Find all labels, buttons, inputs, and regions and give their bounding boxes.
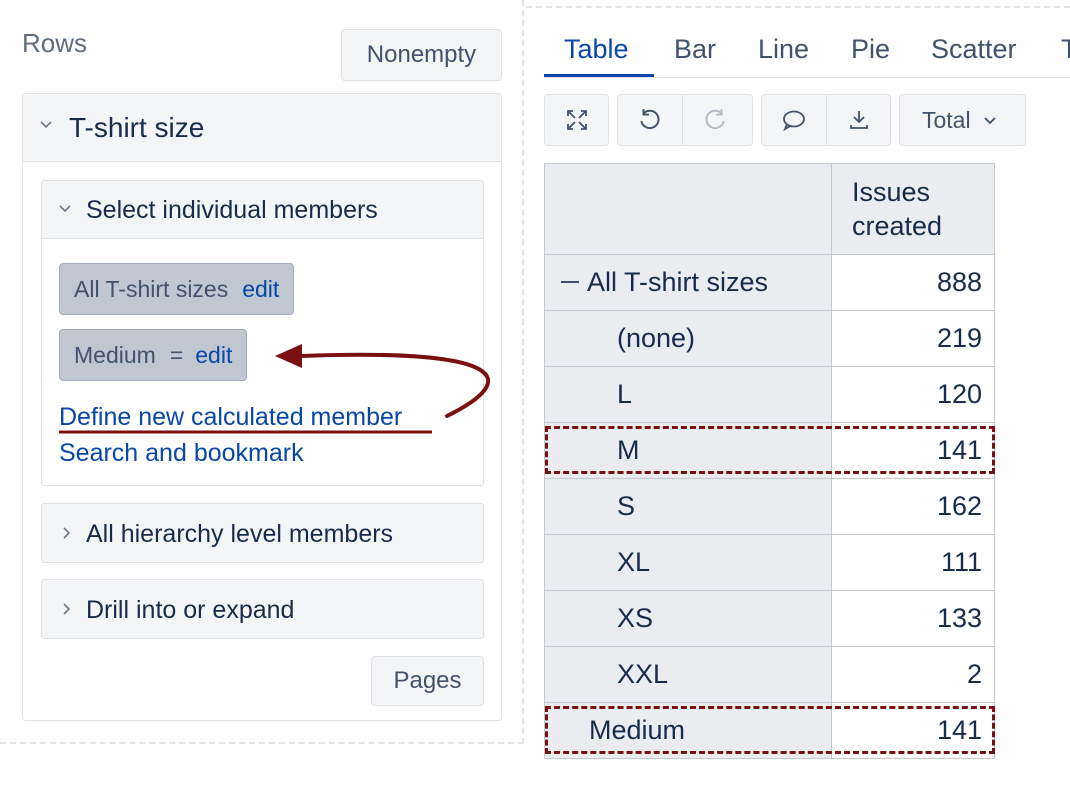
- cell-value: 141: [831, 702, 995, 759]
- tab-line[interactable]: Line: [758, 34, 809, 65]
- cell-value: 219: [831, 310, 995, 367]
- tab-pie[interactable]: Pie: [851, 34, 890, 65]
- cell-value: 120: [831, 366, 995, 423]
- table-row: Medium 141: [544, 702, 995, 759]
- redo-icon[interactable]: [682, 95, 746, 145]
- toolbar-group-history: [617, 94, 753, 146]
- table-row: L 120: [544, 366, 995, 423]
- table-header-row: Issues created: [544, 163, 995, 255]
- table-row: All T-shirt sizes 888: [544, 254, 995, 311]
- table-row: M 141: [544, 422, 995, 479]
- download-icon[interactable]: [826, 95, 890, 145]
- collapse-icon[interactable]: [561, 280, 579, 283]
- view-tabs: Table Bar Line Pie Scatter T: [544, 30, 1070, 78]
- tab-scatter[interactable]: Scatter: [931, 34, 1017, 65]
- table-row: (none) 219: [544, 310, 995, 367]
- row-header-calculated[interactable]: Medium: [544, 702, 832, 759]
- active-tab-indicator: [544, 74, 654, 77]
- row-header[interactable]: M: [544, 422, 832, 479]
- row-header[interactable]: XS: [544, 590, 832, 647]
- cell-value: 111: [831, 534, 995, 591]
- cell-value: 888: [831, 254, 995, 311]
- tab-overflow[interactable]: T: [1061, 34, 1070, 65]
- cell-value: 141: [831, 422, 995, 479]
- row-header[interactable]: L: [544, 366, 832, 423]
- toolbar-group-expand: [544, 94, 609, 146]
- table-row: XL 111: [544, 534, 995, 591]
- expand-icon[interactable]: [545, 95, 608, 145]
- column-header-issues-created[interactable]: Issues created: [831, 163, 995, 255]
- table-row: XS 133: [544, 590, 995, 647]
- cell-value: 2: [831, 646, 995, 703]
- toolbar-group-actions: [761, 94, 891, 146]
- cell-value: 133: [831, 590, 995, 647]
- row-header-all[interactable]: All T-shirt sizes: [544, 254, 832, 311]
- row-header[interactable]: XXL: [544, 646, 832, 703]
- table-row: S 162: [544, 478, 995, 535]
- row-header[interactable]: (none): [544, 310, 832, 367]
- row-header[interactable]: S: [544, 478, 832, 535]
- table-row: XXL 2: [544, 646, 995, 703]
- row-header[interactable]: XL: [544, 534, 832, 591]
- cell-value: 162: [831, 478, 995, 535]
- corner-cell: [544, 163, 832, 255]
- total-dropdown-label: Total: [922, 106, 971, 133]
- total-dropdown[interactable]: Total: [899, 94, 1026, 146]
- tab-bar[interactable]: Bar: [674, 34, 716, 65]
- chevron-down-icon: [983, 107, 997, 134]
- comment-icon[interactable]: [762, 95, 826, 145]
- tab-table[interactable]: Table: [564, 34, 629, 65]
- undo-icon[interactable]: [618, 95, 682, 145]
- results-table: Issues created All T-shirt sizes 888 (non…: [544, 163, 995, 759]
